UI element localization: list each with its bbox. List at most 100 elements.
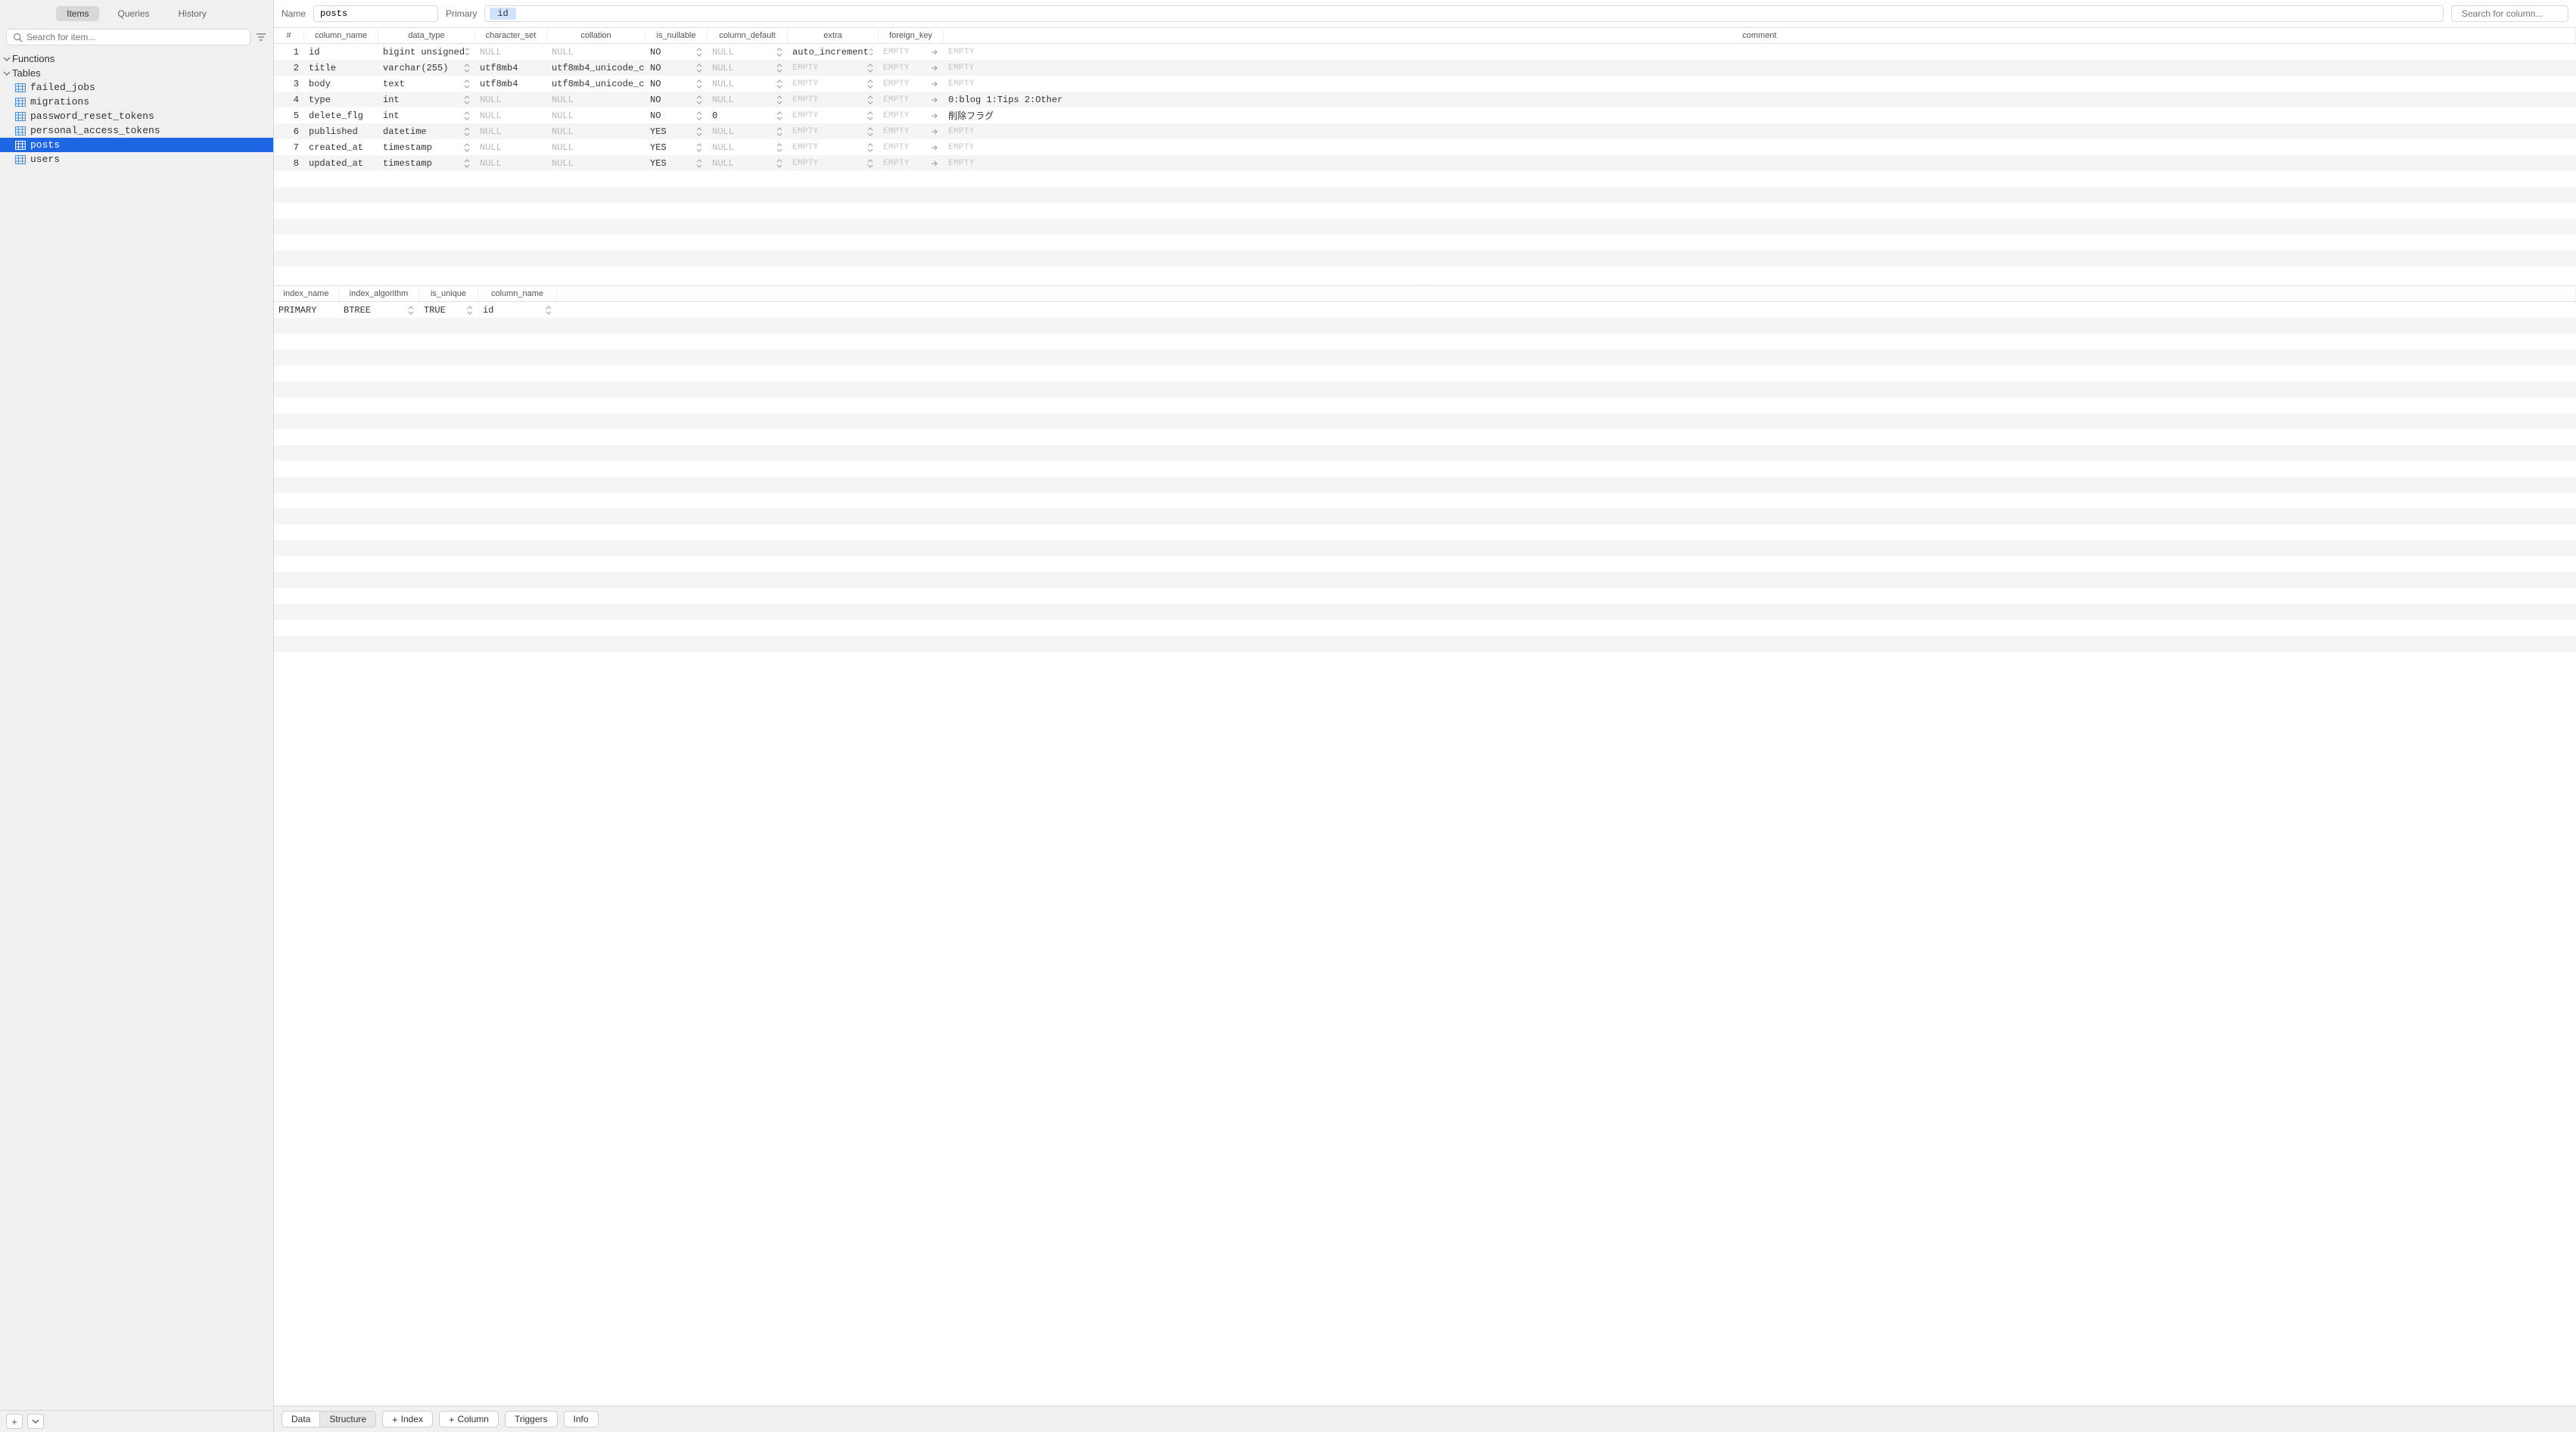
cell-extra[interactable]: EMPTY (788, 155, 879, 171)
col-header-name[interactable]: column_name (304, 28, 378, 43)
cell-charset[interactable]: utf8mb4 (475, 60, 547, 76)
add-index-button[interactable]: +Index (382, 1411, 433, 1427)
cell-idx-col[interactable]: id (478, 302, 557, 318)
more-button[interactable] (27, 1414, 44, 1429)
cell-nullable[interactable]: YES (646, 123, 708, 139)
cell-collation[interactable]: NULL (547, 92, 646, 107)
column-row[interactable]: 2titlevarchar(255)utf8mb4utf8mb4_unicode… (274, 60, 2576, 76)
col-header-idx[interactable]: # (274, 28, 304, 43)
cell-default[interactable]: NULL (708, 123, 788, 139)
column-row[interactable]: 3bodytextutf8mb4utf8mb4_unicode_ciNONULL… (274, 76, 2576, 92)
cell-comment[interactable]: EMPTY (944, 123, 2576, 139)
col-header-type[interactable]: data_type (378, 28, 475, 43)
cell-name[interactable]: delete_flg (304, 107, 378, 123)
cell-fk[interactable]: EMPTY (879, 92, 944, 107)
cell-comment[interactable]: EMPTY (944, 139, 2576, 155)
tab-history[interactable]: History (168, 6, 217, 21)
cell-nullable[interactable]: YES (646, 139, 708, 155)
cell-comment[interactable]: 0:blog 1:Tips 2:Other (944, 92, 2576, 107)
cell-charset[interactable]: NULL (475, 155, 547, 171)
cell-nullable[interactable]: NO (646, 44, 708, 60)
cell-comment[interactable]: EMPTY (944, 76, 2576, 92)
col-header-fk[interactable]: foreign_key (879, 28, 944, 43)
col-header-charset[interactable]: character_set (475, 28, 547, 43)
column-search[interactable] (2451, 5, 2568, 22)
cell-collation[interactable]: NULL (547, 123, 646, 139)
add-button[interactable]: + (6, 1414, 23, 1429)
cell-name[interactable]: published (304, 123, 378, 139)
column-row[interactable]: 5delete_flgintNULLNULLNO0EMPTYEMPTY削除フラグ (274, 107, 2576, 123)
add-column-button[interactable]: +Column (439, 1411, 499, 1427)
column-row[interactable]: 1idbigint unsignedNULLNULLNONULLauto_inc… (274, 44, 2576, 60)
idx-header-unique[interactable]: is_unique (419, 286, 478, 301)
col-header-nullable[interactable]: is_nullable (646, 28, 708, 43)
idx-header-algo[interactable]: index_algorithm (339, 286, 419, 301)
cell-name[interactable]: body (304, 76, 378, 92)
tab-queries[interactable]: Queries (107, 6, 160, 21)
cell-collation[interactable]: NULL (547, 44, 646, 60)
cell-default[interactable]: NULL (708, 155, 788, 171)
cell-default[interactable]: NULL (708, 60, 788, 76)
sidebar-item-failed_jobs[interactable]: failed_jobs (0, 80, 273, 95)
cell-idx-algo[interactable]: BTREE (339, 302, 419, 318)
cell-comment[interactable]: EMPTY (944, 155, 2576, 171)
sidebar-search[interactable] (6, 29, 250, 45)
cell-collation[interactable]: utf8mb4_unicode_ci (547, 60, 646, 76)
cell-fk[interactable]: EMPTY (879, 139, 944, 155)
cell-fk[interactable]: EMPTY (879, 60, 944, 76)
column-search-input[interactable] (2462, 8, 2576, 19)
cell-charset[interactable]: NULL (475, 139, 547, 155)
cell-nullable[interactable]: NO (646, 60, 708, 76)
cell-name[interactable]: id (304, 44, 378, 60)
cell-fk[interactable]: EMPTY (879, 123, 944, 139)
cell-comment[interactable]: 削除フラグ (944, 107, 2576, 123)
cell-comment[interactable]: EMPTY (944, 60, 2576, 76)
cell-name[interactable]: updated_at (304, 155, 378, 171)
cell-nullable[interactable]: YES (646, 155, 708, 171)
cell-extra[interactable]: EMPTY (788, 123, 879, 139)
cell-charset[interactable]: NULL (475, 123, 547, 139)
cell-name[interactable]: type (304, 92, 378, 107)
cell-type[interactable]: timestamp (378, 155, 475, 171)
col-header-comment[interactable]: comment (944, 28, 2576, 43)
tree-group-functions[interactable]: Functions (0, 51, 273, 66)
sidebar-item-posts[interactable]: posts (0, 138, 273, 152)
info-button[interactable]: Info (564, 1411, 599, 1427)
sidebar-item-personal_access_tokens[interactable]: personal_access_tokens (0, 123, 273, 138)
sidebar-item-migrations[interactable]: migrations (0, 95, 273, 109)
sidebar-item-users[interactable]: users (0, 152, 273, 167)
index-row[interactable]: PRIMARYBTREETRUEid (274, 302, 2576, 318)
cell-name[interactable]: created_at (304, 139, 378, 155)
sidebar-item-password_reset_tokens[interactable]: password_reset_tokens (0, 109, 273, 123)
idx-header-name[interactable]: index_name (274, 286, 339, 301)
cell-type[interactable]: datetime (378, 123, 475, 139)
cell-extra[interactable]: EMPTY (788, 92, 879, 107)
cell-charset[interactable]: NULL (475, 92, 547, 107)
triggers-button[interactable]: Triggers (505, 1411, 558, 1427)
sidebar-search-input[interactable] (26, 32, 244, 42)
column-row[interactable]: 7created_attimestampNULLNULLYESNULLEMPTY… (274, 139, 2576, 155)
col-header-default[interactable]: column_default (708, 28, 788, 43)
column-row[interactable]: 6publisheddatetimeNULLNULLYESNULLEMPTYEM… (274, 123, 2576, 139)
cell-type[interactable]: timestamp (378, 139, 475, 155)
cell-charset[interactable]: utf8mb4 (475, 76, 547, 92)
primary-key-tag[interactable]: id (490, 8, 515, 20)
col-header-extra[interactable]: extra (788, 28, 879, 43)
tab-items[interactable]: Items (56, 6, 99, 21)
idx-header-col[interactable]: column_name (478, 286, 557, 301)
tree-group-tables[interactable]: Tables (0, 66, 273, 80)
cell-collation[interactable]: NULL (547, 139, 646, 155)
column-row[interactable]: 8updated_attimestampNULLNULLYESNULLEMPTY… (274, 155, 2576, 171)
column-row[interactable]: 4typeintNULLNULLNONULLEMPTYEMPTY0:blog 1… (274, 92, 2576, 107)
cell-name[interactable]: title (304, 60, 378, 76)
cell-fk[interactable]: EMPTY (879, 76, 944, 92)
cell-default[interactable]: NULL (708, 44, 788, 60)
cell-type[interactable]: text (378, 76, 475, 92)
primary-key-field[interactable]: id (484, 5, 2444, 22)
cell-idx-unique[interactable]: TRUE (419, 302, 478, 318)
cell-type[interactable]: int (378, 107, 475, 123)
cell-type[interactable]: int (378, 92, 475, 107)
cell-extra[interactable]: auto_increment (788, 44, 879, 60)
cell-extra[interactable]: EMPTY (788, 60, 879, 76)
data-tab-button[interactable]: Data (282, 1411, 319, 1427)
